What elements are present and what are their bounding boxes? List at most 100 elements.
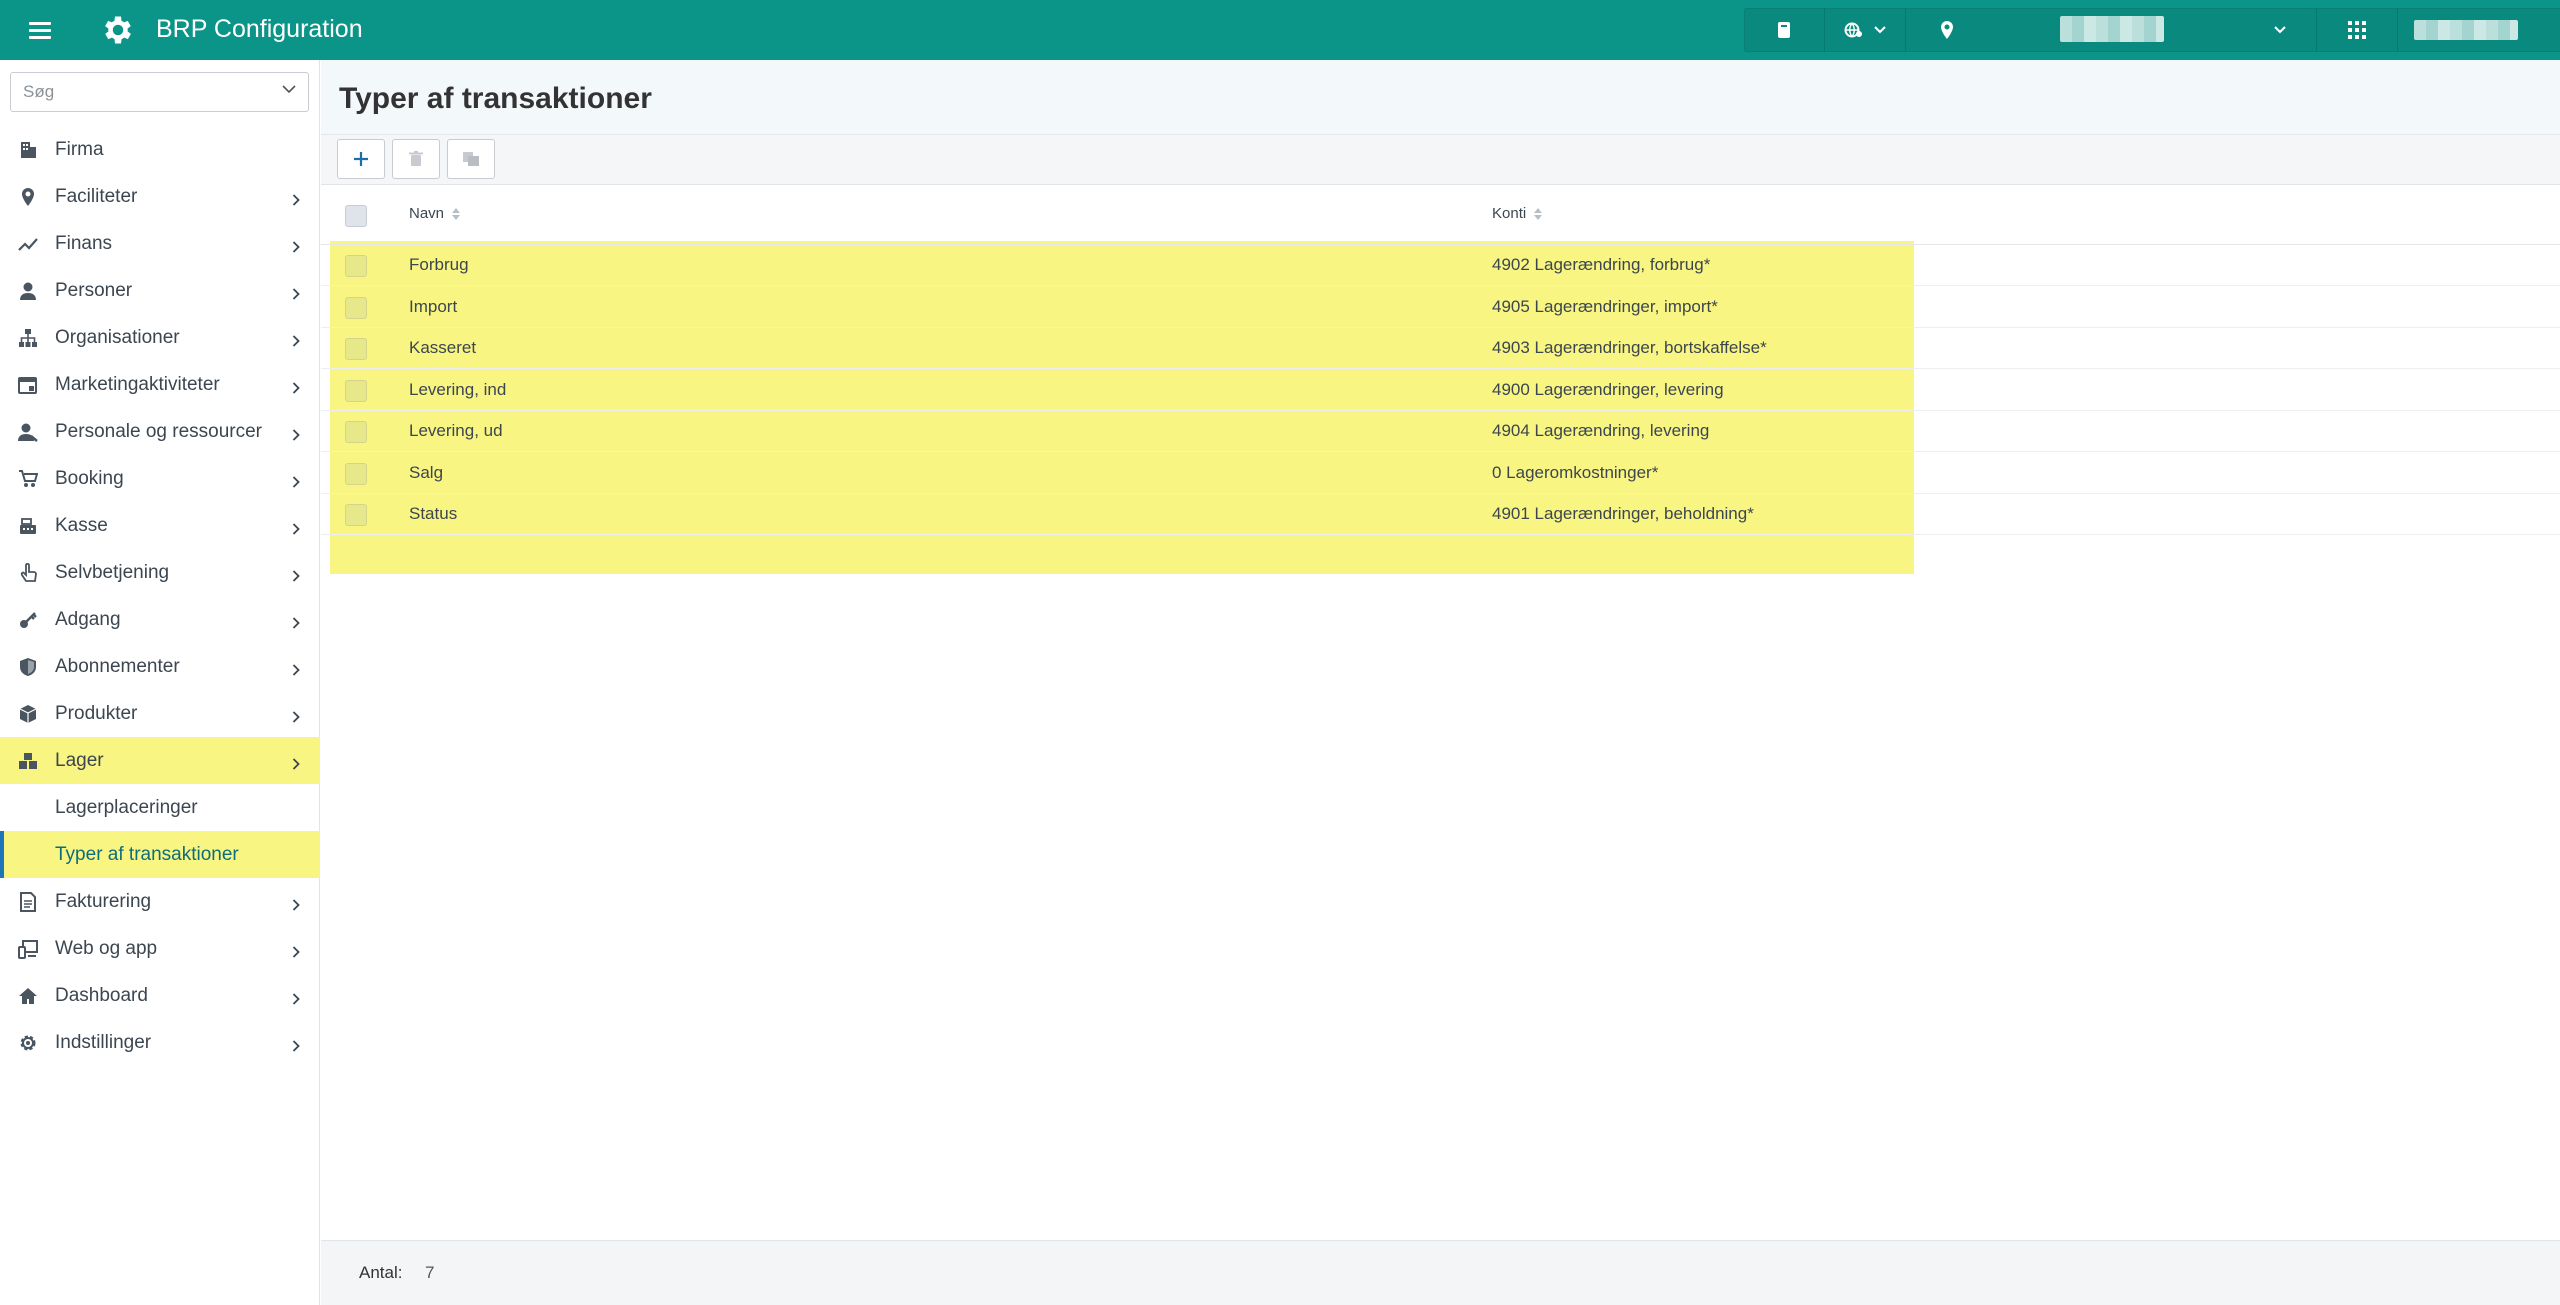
search-input[interactable] xyxy=(11,73,271,111)
chevron-down-icon[interactable] xyxy=(282,85,296,94)
cell-konti: 4900 Lagerændringer, levering xyxy=(1492,379,1724,399)
transaction-types-table: Navn Konti Forbrug 4902 Lagerændring, for… xyxy=(321,185,2560,1240)
sidebar-item-adgang[interactable]: Adgang xyxy=(0,596,320,643)
sidebar-item-label: Fakturering xyxy=(55,891,152,912)
column-header-navn[interactable]: Navn xyxy=(409,205,461,222)
chevron-right-icon xyxy=(292,758,300,770)
sidebar-item-personer[interactable]: Personer xyxy=(0,267,320,314)
sidebar-item-marketingaktiviteter[interactable]: Marketingaktiviteter xyxy=(0,361,320,408)
cell-navn: Forbrug xyxy=(409,255,469,274)
box-icon xyxy=(19,705,37,723)
table-row[interactable]: Kasseret 4903 Lagerændringer, bortskaffel… xyxy=(321,328,2560,369)
key-icon xyxy=(20,612,37,628)
apps-button[interactable] xyxy=(2317,8,2397,52)
sidebar-item-abonnementer[interactable]: Abonnementer xyxy=(0,643,320,690)
chevron-right-icon xyxy=(292,523,300,535)
chevron-right-icon xyxy=(292,617,300,629)
sidebar-item-label: Marketingaktiviteter xyxy=(55,374,220,395)
menu-icon[interactable] xyxy=(26,18,54,42)
chevron-right-icon xyxy=(292,664,300,676)
sidebar-item-organisationer[interactable]: Organisationer xyxy=(0,314,320,361)
column-header-konti[interactable]: Konti xyxy=(1492,205,1543,222)
cell-konti: 0 Lageromkostninger* xyxy=(1492,462,1659,482)
sort-icon xyxy=(452,207,461,220)
chevron-right-icon xyxy=(292,1040,300,1052)
copy-icon xyxy=(463,152,479,166)
copy-button[interactable] xyxy=(447,139,495,179)
row-checkbox[interactable] xyxy=(345,379,367,402)
sidebar-item-produkter[interactable]: Produkter xyxy=(0,690,320,737)
sidebar-item-label: Produkter xyxy=(55,703,138,724)
chevron-right-icon xyxy=(292,382,300,394)
sidebar-item-label: Lager xyxy=(55,750,104,771)
language-dropdown[interactable] xyxy=(1825,8,1905,52)
sidebar-subitem-lagerplaceringer[interactable]: Lagerplaceringer xyxy=(0,784,320,831)
cell-navn: Levering, ind xyxy=(409,379,507,399)
cell-navn: Salg xyxy=(409,462,444,482)
sidebar-item-fakturering[interactable]: Fakturering xyxy=(0,878,320,925)
cell-konti: 4904 Lagerændring, levering xyxy=(1492,421,1710,440)
hand-pointer-icon xyxy=(20,563,37,582)
sidebar-item-dashboard[interactable]: Dashboard xyxy=(0,972,320,1019)
count-value: 7 xyxy=(425,1263,435,1282)
chevron-right-icon xyxy=(292,288,300,300)
chevron-right-icon xyxy=(292,429,300,441)
table-row[interactable]: Levering, ind 4900 Lagerændringer, leveri… xyxy=(321,370,2560,411)
shield-icon xyxy=(20,658,36,676)
sidebar-item-label: Finans xyxy=(55,233,113,254)
cell-navn: Kasseret xyxy=(409,338,477,357)
sidebar-subitem-label: Lagerplaceringer xyxy=(55,797,198,818)
table-row[interactable]: Levering, ud 4904 Lagerændring, levering xyxy=(321,411,2560,452)
blurred-user-name xyxy=(2414,20,2518,40)
table-row[interactable]: Import 4905 Lagerændringer, import* xyxy=(321,287,2560,328)
row-checkbox[interactable] xyxy=(345,504,367,526)
sidebar-item-web-og-app[interactable]: Web og app xyxy=(0,925,320,972)
delete-button[interactable] xyxy=(392,139,440,179)
trash-icon xyxy=(409,151,423,166)
sidebar-item-faciliteter[interactable]: Faciliteter xyxy=(0,173,320,220)
row-checkbox[interactable] xyxy=(345,462,367,485)
cell-konti: 4903 Lagerændringer, bortskaffelse* xyxy=(1492,338,1767,357)
chevron-right-icon xyxy=(292,711,300,723)
row-checkbox[interactable] xyxy=(345,338,367,360)
chevron-right-icon xyxy=(292,946,300,958)
sidebar-item-personale-og-ressourcer[interactable]: Personale og ressourcer xyxy=(0,408,320,455)
row-checkbox[interactable] xyxy=(345,296,367,319)
sidebar-item-label: Personale og ressourcer xyxy=(55,421,262,442)
add-button[interactable] xyxy=(337,139,385,179)
notebook-icon xyxy=(1778,22,1790,38)
toolbar xyxy=(321,135,2560,185)
sidebar-item-label: Abonnementer xyxy=(55,656,180,677)
sidebar-item-label: Booking xyxy=(55,468,124,489)
chevron-right-icon xyxy=(292,476,300,488)
sidebar-item-lager[interactable]: Lager xyxy=(0,737,320,784)
table-row[interactable]: Status 4901 Lagerændringer, beholdning* xyxy=(321,494,2560,535)
sidebar-item-kasse[interactable]: Kasse xyxy=(0,502,320,549)
sidebar-item-indstillinger[interactable]: Indstillinger xyxy=(0,1019,320,1066)
top-bar: BRP Configuration xyxy=(0,0,2560,60)
search-box[interactable] xyxy=(10,72,309,112)
sidebar-item-firma[interactable]: Firma xyxy=(0,126,320,173)
blurred-location-name xyxy=(2060,16,2164,42)
chevron-right-icon xyxy=(292,194,300,206)
sidebar-item-selvbetjening[interactable]: Selvbetjening xyxy=(0,549,320,596)
sidebar-item-label: Organisationer xyxy=(55,327,180,348)
select-all-checkbox[interactable] xyxy=(345,205,367,227)
row-checkbox[interactable] xyxy=(345,421,367,443)
staff-icon xyxy=(18,423,38,442)
notes-button[interactable] xyxy=(1744,8,1824,52)
count-label: Antal: xyxy=(359,1263,403,1282)
chevron-down-icon xyxy=(2274,26,2286,34)
cell-navn: Status xyxy=(409,504,458,523)
sidebar-item-label: Indstillinger xyxy=(55,1032,152,1053)
table-row[interactable]: Forbrug 4902 Lagerændring, forbrug* xyxy=(321,245,2560,286)
page-header: Typer af transaktioner xyxy=(321,60,2560,135)
sidebar-item-label: Firma xyxy=(55,139,104,160)
sidebar-item-finans[interactable]: Finans xyxy=(0,220,320,267)
sort-icon xyxy=(1534,207,1543,220)
table-header: Navn Konti xyxy=(321,185,2560,245)
row-checkbox[interactable] xyxy=(345,255,367,277)
sidebar-item-booking[interactable]: Booking xyxy=(0,455,320,502)
sidebar-subitem-typer-af-transaktioner[interactable]: Typer af transaktioner xyxy=(0,831,320,878)
table-row[interactable]: Salg 0 Lageromkostninger* xyxy=(321,453,2560,494)
